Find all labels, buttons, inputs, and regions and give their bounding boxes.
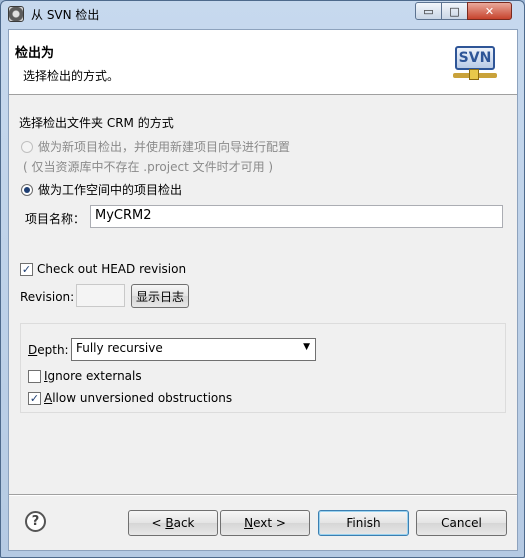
- depth-options-group: Depth: Fully recursive ▼ Ignore external…: [20, 323, 506, 413]
- head-revision-check[interactable]: ✓: [20, 262, 33, 276]
- svn-logo-knob: [469, 69, 479, 80]
- radio-new-project-label: 做为新项目检出，并使用新建项目向导进行配置: [38, 140, 291, 154]
- cancel-button[interactable]: Cancel: [416, 510, 507, 536]
- app-icon: [8, 6, 24, 22]
- ignore-externals-check[interactable]: [28, 369, 41, 383]
- svn-logo-icon: SVN: [453, 42, 497, 84]
- back-button-label: < Back: [151, 516, 195, 530]
- show-log-button[interactable]: 显示日志: [131, 284, 189, 308]
- head-revision-label: Check out HEAD revision: [37, 262, 187, 276]
- option-note: ( 仅当资源库中不存在 .project 文件时才可用 ): [23, 160, 274, 174]
- radio-new-project[interactable]: 做为新项目检出，并使用新建项目向导进行配置: [21, 138, 290, 155]
- revision-label: Revision:: [20, 290, 75, 304]
- depth-label: Depth:: [28, 343, 69, 357]
- radio-workspace-label: 做为工作空间中的项目检出: [38, 183, 183, 197]
- radio-workspace-project[interactable]: 做为工作空间中的项目检出: [21, 181, 182, 198]
- ignore-externals-checkbox[interactable]: Ignore externals: [28, 369, 142, 383]
- back-button[interactable]: < Back: [128, 510, 218, 536]
- ignore-externals-label: Ignore externals: [44, 369, 142, 383]
- window-title: 从 SVN 检出: [31, 8, 100, 22]
- maximize-icon: □: [449, 4, 460, 18]
- close-button[interactable]: ✕: [467, 2, 512, 20]
- page-subtitle: 选择检出的方式。: [23, 69, 120, 83]
- page-title: 检出为: [15, 46, 55, 61]
- minimize-button[interactable]: ▭: [415, 2, 442, 20]
- radio-workspace-indicator[interactable]: [21, 183, 33, 196]
- checkout-method-label: 选择检出文件夹 CRM 的方式: [19, 116, 174, 130]
- head-revision-checkbox[interactable]: ✓ Check out HEAD revision: [20, 262, 186, 276]
- allow-unversioned-checkbox[interactable]: ✓ Allow unversioned obstructions: [28, 391, 232, 405]
- wizard-header: 检出为 选择检出的方式。 SVN: [9, 30, 517, 95]
- dialog-client-area: 检出为 选择检出的方式。 SVN 选择检出文件夹 CRM 的方式 做为新项目检出…: [8, 29, 518, 551]
- next-button[interactable]: Next >: [220, 510, 310, 536]
- close-icon: ✕: [484, 4, 495, 18]
- finish-button[interactable]: Finish: [318, 510, 409, 536]
- footer-separator: [9, 494, 517, 496]
- revision-input[interactable]: [76, 284, 125, 307]
- dialog-window: 从 SVN 检出 ▭ □ ✕ 检出为 选择检出的方式。 SVN 选择检出文件夹 …: [0, 0, 525, 558]
- project-name-input[interactable]: MyCRM2: [90, 205, 503, 228]
- allow-unversioned-check[interactable]: ✓: [28, 391, 41, 405]
- project-name-label: 项目名称：: [25, 212, 86, 226]
- depth-select-value: Fully recursive: [76, 341, 163, 355]
- maximize-button[interactable]: □: [441, 2, 468, 20]
- help-icon[interactable]: ?: [25, 511, 46, 532]
- allow-unversioned-label: Allow unversioned obstructions: [44, 391, 233, 405]
- svn-logo-text: SVN: [455, 46, 495, 70]
- minimize-icon: ▭: [423, 4, 434, 18]
- title-bar[interactable]: 从 SVN 检出 ▭ □ ✕: [1, 1, 524, 27]
- radio-new-project-indicator[interactable]: [21, 140, 33, 153]
- depth-select[interactable]: Fully recursive ▼: [71, 338, 316, 361]
- chevron-down-icon: ▼: [303, 342, 310, 352]
- next-button-label: Next >: [244, 516, 286, 530]
